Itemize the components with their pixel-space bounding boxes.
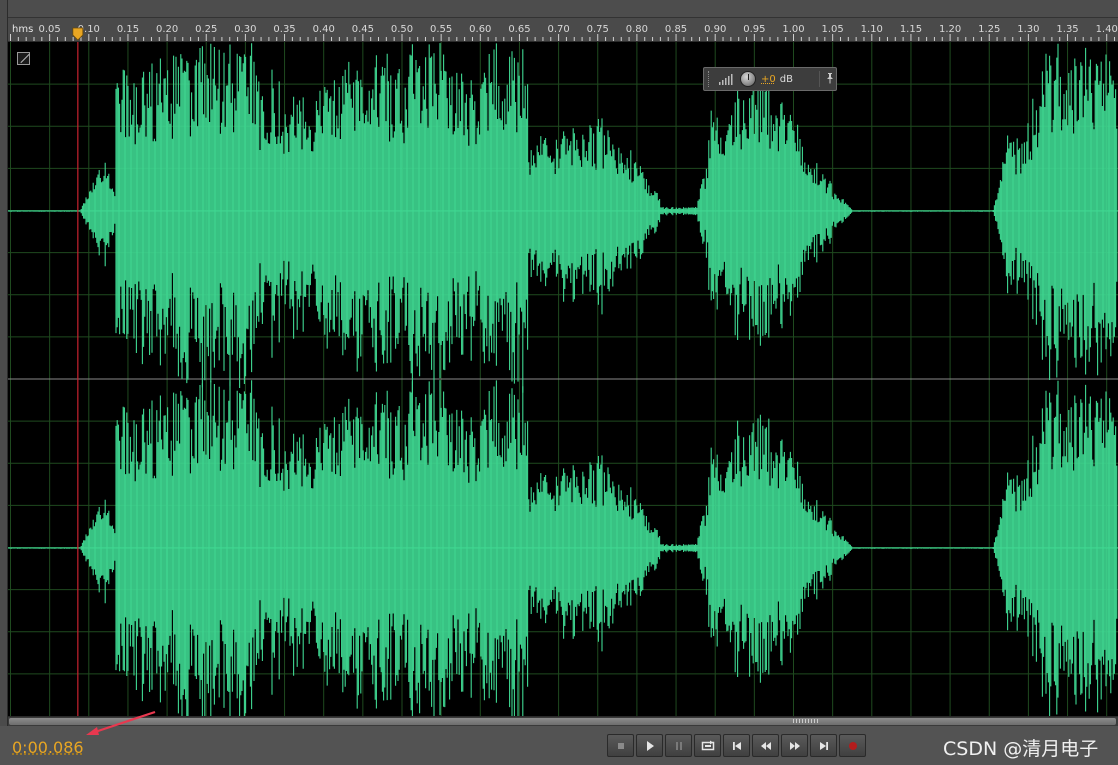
ruler-tick-label: 0.75 xyxy=(587,24,609,35)
ruler-unit-label: hms xyxy=(12,24,33,35)
ruler-tick-label: 0.70 xyxy=(547,24,569,35)
ruler-tick-label: 0.25 xyxy=(195,24,217,35)
fast-forward-icon xyxy=(789,741,800,750)
ruler-tick-label: 0.85 xyxy=(665,24,687,35)
ruler-tick-label: 1.35 xyxy=(1056,24,1078,35)
left-channel-waveform[interactable] xyxy=(8,43,1118,394)
ruler-tick-label: 0.15 xyxy=(117,24,139,35)
ruler-tick-label: 0.20 xyxy=(156,24,178,35)
waveform-canvas[interactable] xyxy=(8,42,1118,716)
play-button[interactable] xyxy=(636,734,663,757)
ruler-tick-label: 1.30 xyxy=(1017,24,1039,35)
pause-icon xyxy=(675,741,682,750)
ruler-tick-label: 1.40 xyxy=(1096,24,1118,35)
pause-button[interactable] xyxy=(665,734,692,757)
ruler-tick-label: 0.50 xyxy=(391,24,413,35)
ruler-tick-label: 0.80 xyxy=(626,24,648,35)
volume-knob[interactable] xyxy=(740,71,756,87)
rewind-icon xyxy=(760,741,771,750)
ruler-tick-label: 0.90 xyxy=(704,24,726,35)
skip-end-icon xyxy=(819,741,828,750)
hud-grip-icon[interactable] xyxy=(708,71,712,87)
zoom-toggle-icon[interactable] xyxy=(17,52,30,65)
ruler-tick-label: 0.45 xyxy=(352,24,374,35)
ruler-tick-label: 0.35 xyxy=(273,24,295,35)
scrollbar-grip-icon[interactable] xyxy=(793,719,819,723)
loop-button[interactable] xyxy=(694,734,721,757)
ruler-tick-label: 1.15 xyxy=(900,24,922,35)
record-button[interactable] xyxy=(839,734,866,757)
left-edge xyxy=(0,0,8,765)
time-ruler[interactable]: hms 0.05 0.10 0.15 0.20 0.25 0.30 0.35 0.40 0.45 0… xyxy=(8,18,1118,42)
ruler-tick-label: 1.10 xyxy=(861,24,883,35)
horizontal-scrollbar[interactable] xyxy=(8,716,1118,726)
right-channel-waveform[interactable] xyxy=(8,380,1118,716)
transport-bar: 0:00.086 CSDN @清月电子 xyxy=(0,726,1118,765)
stop-icon xyxy=(617,742,624,749)
go-to-start-button[interactable] xyxy=(723,734,750,757)
ruler-tick-label: 1.05 xyxy=(822,24,844,35)
volume-unit: dB xyxy=(779,73,793,85)
stop-button[interactable] xyxy=(607,734,634,757)
play-icon xyxy=(646,740,654,751)
current-time-display[interactable]: 0:00.086 xyxy=(12,738,84,757)
ruler-tick-label: 0.40 xyxy=(313,24,335,35)
ruler-tick-label: 0.95 xyxy=(743,24,765,35)
hud-divider xyxy=(819,71,820,87)
go-to-end-button[interactable] xyxy=(810,734,837,757)
scrollbar-thumb[interactable] xyxy=(9,718,1116,725)
time-ruler-canvas[interactable]: hms 0.05 0.10 0.15 0.20 0.25 0.30 0.35 0.40 0.45 0… xyxy=(8,18,1118,42)
ruler-tick-label: 0.65 xyxy=(508,24,530,35)
fast-forward-button[interactable] xyxy=(781,734,808,757)
volume-hud[interactable]: +0 dB xyxy=(703,67,837,91)
top-strip xyxy=(0,0,1118,18)
skip-start-icon xyxy=(732,741,741,750)
ruler-tick-label: 0.60 xyxy=(469,24,491,35)
transport-controls xyxy=(607,734,866,758)
watermark: CSDN @清月电子 xyxy=(943,738,1099,760)
ruler-tick-label: 0.55 xyxy=(430,24,452,35)
rewind-button[interactable] xyxy=(752,734,779,757)
waveform-editor: hms 0.05 0.10 0.15 0.20 0.25 0.30 0.35 0.40 0.45 0… xyxy=(0,0,1118,765)
pin-icon[interactable] xyxy=(824,72,836,86)
ruler-tick-label: 1.20 xyxy=(939,24,961,35)
volume-value[interactable]: +0 xyxy=(761,74,776,85)
waveform-display[interactable] xyxy=(8,42,1118,716)
record-icon xyxy=(848,741,857,750)
ruler-tick-label: 1.25 xyxy=(978,24,1000,35)
loop-icon xyxy=(701,740,714,750)
ruler-tick-label: 0.30 xyxy=(234,24,256,35)
ruler-tick-label: 1.00 xyxy=(782,24,804,35)
level-meter-icon xyxy=(719,74,733,85)
ruler-tick-label: 0.05 xyxy=(39,24,61,35)
